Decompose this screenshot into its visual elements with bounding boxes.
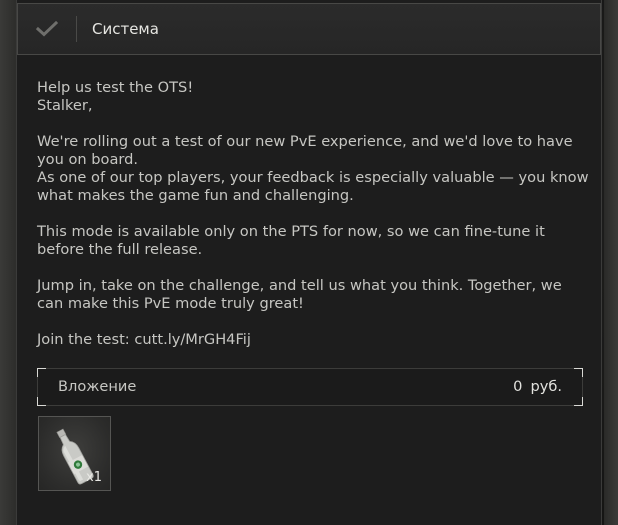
header-divider	[76, 16, 77, 42]
checkmark-icon	[36, 21, 58, 37]
attachment-item-slot[interactable]: x1	[38, 416, 111, 491]
message-line: As one of our top players, your feedback…	[37, 169, 589, 186]
message-line: what makes the game fun and challenging.	[37, 187, 354, 204]
mail-message-window: Система Help us test the OTS! Stalker, W…	[16, 0, 602, 525]
attachment-price: 0 руб.	[513, 368, 562, 406]
message-line: This mode is available only on the PTS f…	[37, 223, 545, 240]
message-line: you on board.	[37, 151, 139, 168]
background-left-panel	[0, 0, 16, 525]
message-line: Jump in, take on the challenge, and tell…	[37, 277, 562, 294]
message-body: Help us test the OTS! Stalker, We're rol…	[37, 79, 589, 349]
message-line	[37, 313, 585, 331]
attachment-amount: 0	[513, 378, 523, 395]
message-line	[37, 115, 585, 133]
message-line	[37, 259, 585, 277]
message-line: before the full release.	[37, 241, 203, 258]
message-line: We're rolling out a test of our new PvE …	[37, 133, 573, 150]
message-line: Stalker,	[37, 97, 93, 114]
confirm-button[interactable]	[18, 4, 76, 54]
sender-title: Система	[92, 20, 159, 38]
attachment-bar: Вложение 0 руб.	[37, 368, 583, 406]
message-header: Система	[17, 3, 601, 55]
message-line: can make this PvE mode truly great!	[37, 295, 304, 312]
message-line	[37, 205, 585, 223]
message-line: Join the test: cutt.ly/MrGH4Fij	[37, 331, 251, 348]
item-count: x1	[86, 470, 102, 485]
attachment-currency: руб.	[530, 378, 562, 395]
background-right-panel	[604, 0, 618, 525]
attachment-label: Вложение	[58, 378, 137, 395]
message-line: Help us test the OTS!	[37, 79, 194, 96]
